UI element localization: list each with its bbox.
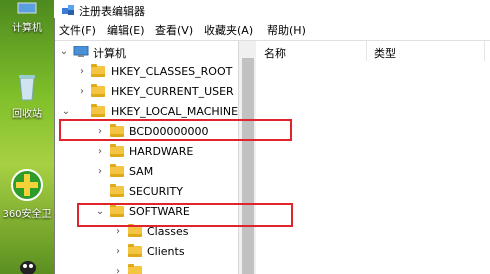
chevron-right-icon[interactable]: › (77, 86, 87, 97)
folder-icon (128, 224, 142, 237)
folder-icon (91, 64, 105, 77)
360-security-icon (11, 169, 43, 201)
folder-icon (110, 144, 124, 157)
recycle-bin-icon (19, 75, 35, 101)
tree-node-label: HKEY_CLASSES_ROOT (111, 65, 233, 78)
menu-help[interactable]: 帮助(H) (267, 22, 306, 38)
tree-node-clients[interactable]: › Clients (55, 243, 238, 261)
folder-icon (110, 164, 124, 177)
desktop-icon-recycle-bin[interactable]: 回收站 (0, 72, 54, 120)
computer-icon (17, 2, 37, 14)
tree-node-label: HKEY_LOCAL_MACHINE (111, 105, 238, 118)
tree-node-label: SECURITY (129, 185, 183, 198)
desktop: 计算机 回收站 360安全卫 (0, 0, 54, 274)
tree-node-label: Clients (147, 245, 185, 258)
regedit-icon (62, 5, 74, 15)
chevron-right-icon[interactable]: › (113, 266, 123, 274)
menu-bar: 文件(F) 编辑(E) 查看(V) 收藏夹(A) 帮助(H) (55, 18, 490, 41)
chevron-right-icon[interactable]: › (113, 246, 123, 257)
computer-icon (73, 46, 89, 57)
folder-icon (110, 184, 124, 197)
chevron-down-icon[interactable]: ⌄ (59, 46, 69, 57)
folder-icon (91, 84, 105, 97)
menu-favorites[interactable]: 收藏夹(A) (204, 22, 253, 38)
menu-file[interactable]: 文件(F) (59, 22, 96, 38)
folder-icon (128, 264, 142, 274)
tree-scrollbar-thumb[interactable] (242, 58, 254, 274)
column-separator[interactable] (366, 41, 367, 61)
tree-node-security[interactable]: SECURITY (55, 183, 238, 201)
registry-editor-window: 注册表编辑器 文件(F) 编辑(E) 查看(V) 收藏夹(A) 帮助(H) ⌄ … (54, 0, 490, 274)
desktop-icon-label: 360安全卫 (2, 209, 52, 220)
tree-node-label: SAM (129, 165, 154, 178)
menu-view[interactable]: 查看(V) (155, 22, 193, 38)
annotation-box-hklm (59, 119, 292, 141)
folder-icon (128, 244, 142, 257)
tree-node-hardware[interactable]: › HARDWARE (55, 143, 238, 161)
tree-node-computer[interactable]: ⌄ 计算机 (55, 43, 238, 61)
column-separator[interactable] (484, 41, 485, 61)
penguin-icon (20, 261, 36, 274)
tree-node-label: HARDWARE (129, 145, 194, 158)
window-title: 注册表编辑器 (79, 5, 145, 18)
title-bar[interactable]: 注册表编辑器 (55, 0, 490, 18)
tree-node-label: 计算机 (93, 47, 126, 60)
chevron-right-icon[interactable]: › (95, 146, 105, 157)
menu-edit[interactable]: 编辑(E) (107, 22, 145, 38)
chevron-right-icon[interactable]: › (77, 66, 87, 77)
tree-node-label: HKEY_CURRENT_USER (111, 85, 234, 98)
desktop-icon-label: 计算机 (12, 23, 42, 34)
values-list: 名称 类型 (256, 41, 490, 274)
desktop-icon-computer[interactable]: 计算机 (0, 2, 54, 34)
annotation-box-software (77, 203, 293, 227)
tree-node-partial[interactable]: › (55, 263, 238, 274)
chevron-down-icon[interactable]: ⌄ (61, 106, 71, 117)
desktop-icon-label: 回收站 (12, 109, 42, 120)
chevron-right-icon[interactable]: › (95, 166, 105, 177)
column-header-type[interactable]: 类型 (374, 45, 396, 61)
chevron-right-icon[interactable]: › (113, 226, 123, 237)
registry-tree: ⌄ 计算机 › HKEY_CLASSES_ROOT › HKEY_CURRENT… (55, 41, 238, 274)
tree-node-sam[interactable]: › SAM (55, 163, 238, 181)
tree-node-hkcu[interactable]: › HKEY_CURRENT_USER (55, 83, 238, 101)
tree-node-hkcr[interactable]: › HKEY_CLASSES_ROOT (55, 63, 238, 81)
column-header-name[interactable]: 名称 (264, 45, 286, 61)
desktop-icon-360[interactable]: 360安全卫 (0, 168, 54, 220)
folder-icon (91, 104, 105, 117)
